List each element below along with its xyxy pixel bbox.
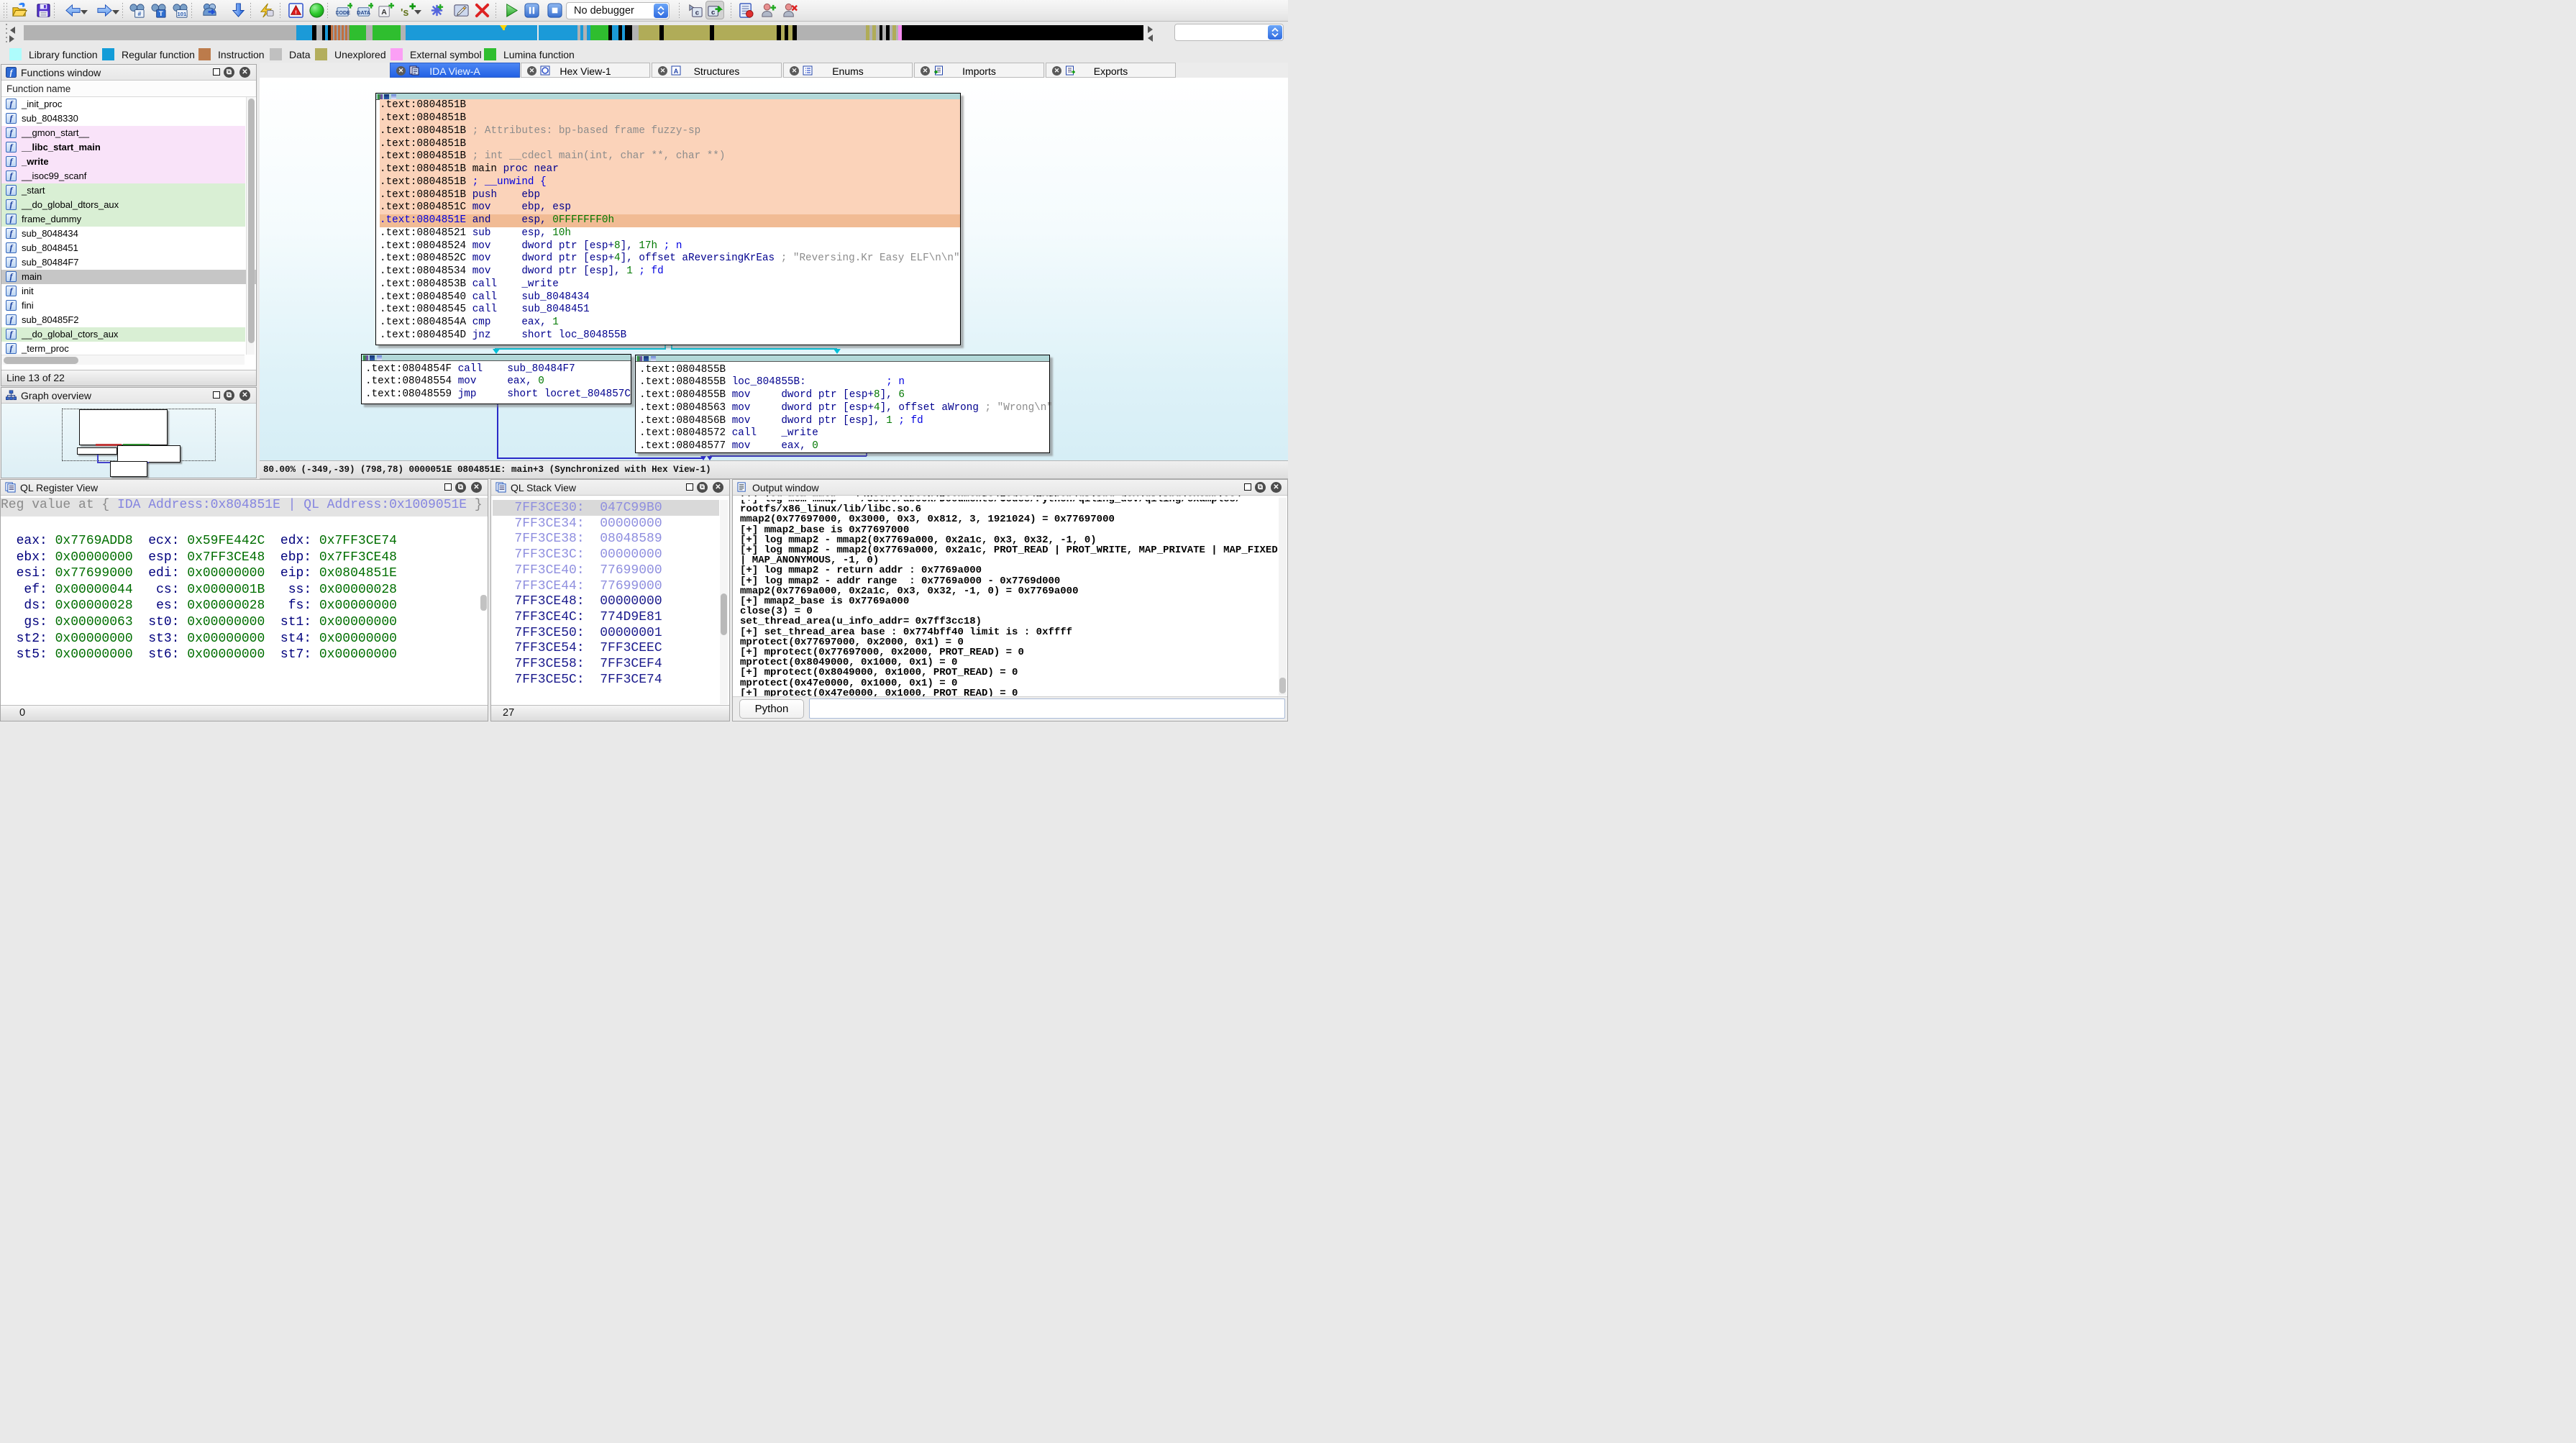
svg-text:T: T xyxy=(159,10,163,18)
svg-text:101: 101 xyxy=(178,11,188,17)
svg-text:CODE: CODE xyxy=(336,10,350,16)
svg-text:A: A xyxy=(381,8,387,17)
svg-text:c: c xyxy=(711,9,716,17)
svg-text:'s: 's xyxy=(401,7,408,19)
svg-text:DATA: DATA xyxy=(357,10,370,16)
svg-text:c: c xyxy=(695,9,700,17)
svg-text:!: ! xyxy=(295,9,297,15)
svg-text:#: # xyxy=(137,10,141,17)
